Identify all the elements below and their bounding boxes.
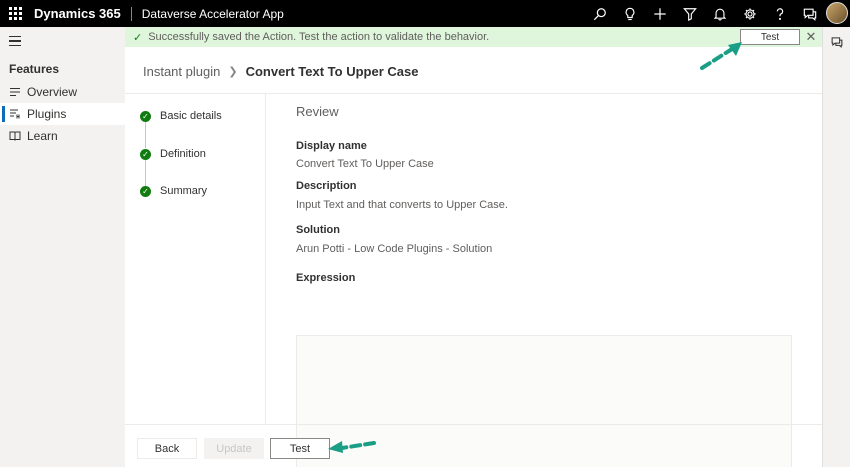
new-button[interactable] bbox=[645, 0, 675, 27]
step-complete-icon: ✓ bbox=[140, 110, 151, 122]
display-name-value: Convert Text To Upper Case bbox=[296, 158, 434, 170]
search-button[interactable] bbox=[585, 0, 615, 27]
step-label: Definition bbox=[160, 148, 206, 160]
chat-icon bbox=[831, 37, 843, 48]
chat-panel-button[interactable] bbox=[831, 36, 843, 51]
feedback-button[interactable] bbox=[795, 0, 825, 27]
sidebar-item-label: Plugins bbox=[27, 107, 67, 121]
filter-button[interactable] bbox=[675, 0, 705, 27]
plugins-icon bbox=[9, 108, 21, 120]
overview-icon bbox=[9, 86, 21, 98]
notifications-button[interactable] bbox=[705, 0, 735, 27]
hamburger-menu-icon[interactable] bbox=[9, 36, 21, 46]
sidebar-item-label: Overview bbox=[27, 85, 78, 99]
brand-title[interactable]: Dynamics 365 bbox=[30, 6, 131, 21]
step-label: Basic details bbox=[160, 110, 222, 122]
step-basic-details[interactable]: ✓ Basic details bbox=[140, 110, 222, 122]
right-rail bbox=[822, 27, 850, 467]
page-title: Convert Text To Upper Case bbox=[245, 64, 419, 79]
update-button[interactable]: Update bbox=[204, 438, 264, 459]
close-icon[interactable]: ✕ bbox=[804, 29, 818, 45]
step-complete-icon: ✓ bbox=[140, 148, 151, 160]
book-icon bbox=[9, 130, 21, 142]
annotation-arrow-icon bbox=[328, 441, 376, 453]
settings-button[interactable] bbox=[735, 0, 765, 27]
app-name[interactable]: Dataverse Accelerator App bbox=[132, 7, 284, 21]
sidebar-item-plugins[interactable]: Plugins bbox=[0, 103, 125, 125]
notification-message: Successfully saved the Action. Test the … bbox=[148, 31, 490, 43]
sidebar: Features Overview Plugins Learn bbox=[0, 27, 125, 467]
lightbulb-button[interactable] bbox=[615, 0, 645, 27]
app-launcher-button[interactable] bbox=[0, 0, 30, 27]
step-summary[interactable]: ✓ Summary bbox=[140, 185, 207, 197]
search-icon bbox=[593, 7, 606, 20]
top-bar: Dynamics 365 Dataverse Accelerator App bbox=[0, 0, 850, 27]
footer-divider bbox=[125, 424, 822, 425]
user-avatar[interactable] bbox=[826, 2, 848, 24]
solution-value: Arun Potti - Low Code Plugins - Solution bbox=[296, 243, 493, 255]
wizard-stepper: ✓ Basic details ✓ Definition ✓ Summary bbox=[125, 94, 266, 424]
help-icon bbox=[776, 7, 784, 20]
checkmark-icon: ✓ bbox=[133, 31, 143, 44]
plus-icon bbox=[654, 7, 666, 20]
solution-label: Solution bbox=[296, 224, 340, 236]
sidebar-item-label: Learn bbox=[27, 129, 58, 143]
top-bar-actions bbox=[585, 0, 825, 27]
display-name-label: Display name bbox=[296, 140, 367, 152]
lightbulb-icon bbox=[625, 7, 635, 20]
breadcrumb-root[interactable]: Instant plugin bbox=[143, 64, 220, 79]
description-label: Description bbox=[296, 180, 357, 192]
review-title: Review bbox=[296, 104, 339, 119]
step-complete-icon: ✓ bbox=[140, 185, 151, 197]
notification-test-button[interactable]: Test bbox=[740, 29, 800, 45]
sidebar-item-overview[interactable]: Overview bbox=[0, 81, 125, 103]
waffle-icon bbox=[8, 7, 22, 20]
help-button[interactable] bbox=[765, 0, 795, 27]
gear-icon bbox=[744, 7, 756, 20]
expression-label: Expression bbox=[296, 272, 356, 284]
annotation-arrow-icon bbox=[700, 42, 742, 70]
sidebar-item-learn[interactable]: Learn bbox=[0, 125, 125, 147]
step-definition[interactable]: ✓ Definition bbox=[140, 148, 206, 160]
test-button[interactable]: Test bbox=[270, 438, 330, 459]
bell-icon bbox=[713, 8, 727, 21]
description-value: Input Text and that converts to Upper Ca… bbox=[296, 199, 508, 211]
chevron-right-icon: ❯ bbox=[228, 66, 238, 78]
main-panel: Instant plugin ❯ Convert Text To Upper C… bbox=[125, 47, 822, 467]
step-label: Summary bbox=[160, 185, 208, 197]
breadcrumb: Instant plugin ❯ Convert Text To Upper C… bbox=[143, 64, 418, 79]
chat-icon bbox=[803, 8, 817, 21]
sidebar-section-title: Features bbox=[9, 62, 60, 76]
back-button[interactable]: Back bbox=[137, 438, 197, 459]
filter-icon bbox=[683, 7, 697, 21]
